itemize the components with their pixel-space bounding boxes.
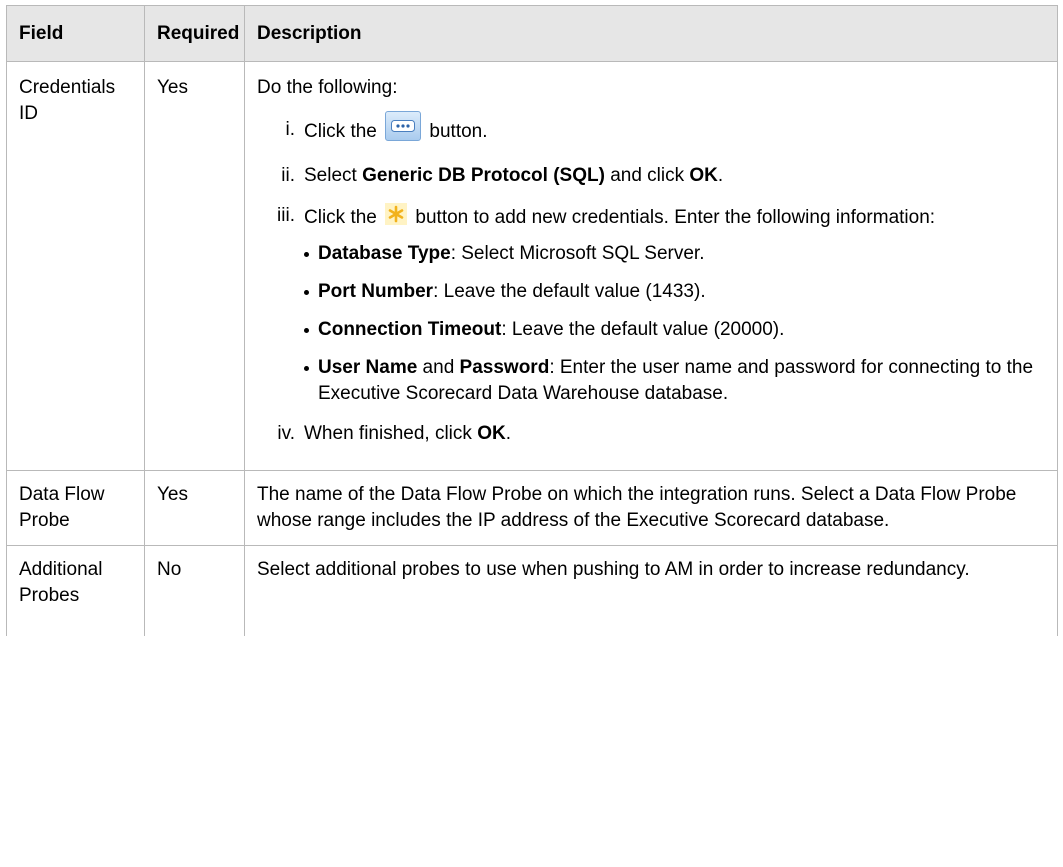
step-number: ii. — [281, 165, 295, 186]
list-item: User Name and Password: Enter the user n… — [304, 355, 1045, 407]
bullet-text: and — [417, 357, 460, 378]
step-bold-text: OK — [477, 423, 506, 444]
step-number: iii. — [277, 205, 295, 226]
header-required: Required — [144, 5, 245, 62]
list-item: Port Number: Leave the default value (14… — [304, 279, 1045, 305]
header-field: Field — [6, 5, 145, 62]
bullet-bold-text: Database Type — [318, 243, 451, 264]
bullet-bold-text: Port Number — [318, 281, 434, 302]
asterisk-new-icon — [385, 203, 408, 225]
bullet-dot — [304, 328, 309, 333]
field-cell: Data Flow Probe — [6, 470, 145, 546]
bullet-bold-text: Password — [459, 357, 550, 378]
fields-table: Field Required Description Credentials I… — [6, 5, 1058, 636]
bullet-dot — [304, 252, 309, 257]
description-cell: Select additional probes to use when pus… — [244, 545, 1058, 636]
bullet-text: : Select Microsoft SQL Server. — [450, 243, 705, 264]
step-number: i. — [285, 119, 296, 140]
bullet-text: : Leave the default value (20000). — [501, 319, 785, 340]
step-item: iv. When finished, click OK. — [257, 421, 1045, 447]
description-cell: The name of the Data Flow Probe on which… — [244, 470, 1058, 546]
step-bold-text: OK — [689, 165, 718, 186]
description-cell: Do the following: i. Click the button. i… — [244, 61, 1058, 471]
table-header-row: Field Required Description — [6, 5, 1058, 62]
step-text: . — [505, 423, 511, 444]
ellipsis-button-icon — [385, 111, 422, 141]
bullet-bold-text: Connection Timeout — [318, 319, 502, 340]
bullet-text: : Leave the default value (1433). — [433, 281, 706, 302]
credential-fields-list: Database Type: Select Microsoft SQL Serv… — [304, 241, 1045, 407]
field-cell: Additional Probes — [6, 545, 145, 636]
required-cell: Yes — [144, 61, 245, 471]
step-text: When finished, click — [304, 423, 472, 444]
step-text: Click the — [304, 207, 377, 228]
required-cell: Yes — [144, 470, 245, 546]
header-description: Description — [244, 5, 1058, 62]
list-item: Connection Timeout: Leave the default va… — [304, 317, 1045, 343]
field-cell: Credentials ID — [6, 61, 145, 471]
step-text: and click — [610, 165, 685, 186]
step-number: iv. — [277, 423, 295, 444]
page: Field Required Description Credentials I… — [0, 0, 1063, 867]
step-bold-text: Generic DB Protocol (SQL) — [362, 165, 605, 186]
step-text: . — [717, 165, 724, 186]
table-row: Additional Probes No Select additional p… — [6, 545, 1058, 636]
step-item: iii. Click the button to add new credent… — [257, 203, 1045, 407]
bullet-dot — [304, 366, 309, 371]
step-text: Select — [304, 165, 357, 186]
bullet-dot — [304, 290, 309, 295]
step-item: i. Click the button. — [257, 111, 1045, 145]
list-item: Database Type: Select Microsoft SQL Serv… — [304, 241, 1045, 267]
required-cell: No — [144, 545, 245, 636]
step-text: Click the — [304, 121, 377, 142]
table-row: Credentials ID Yes Do the following: i. … — [6, 61, 1058, 471]
step-item: ii. Select Generic DB Protocol (SQL) and… — [257, 163, 1045, 189]
table-row: Data Flow Probe Yes The name of the Data… — [6, 470, 1058, 546]
step-text: button. — [429, 121, 488, 142]
bullet-bold-text: User Name — [318, 357, 418, 378]
description-intro: Do the following: — [257, 77, 398, 98]
step-text: button to add new credentials. Enter the… — [415, 207, 936, 228]
steps-list: i. Click the button. ii. Select Generic … — [257, 111, 1045, 447]
